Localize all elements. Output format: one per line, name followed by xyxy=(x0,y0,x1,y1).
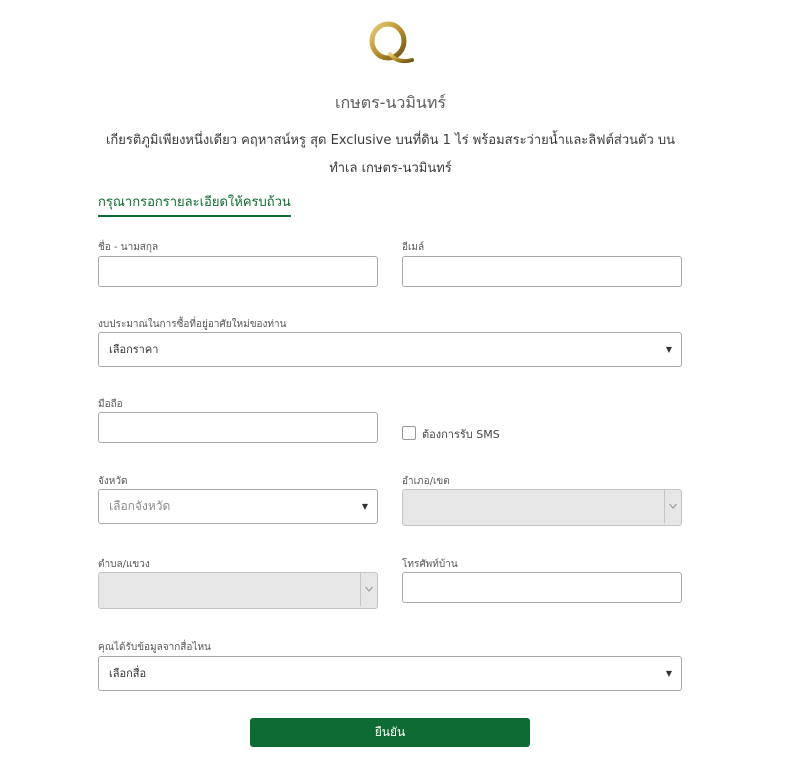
home-phone-input[interactable] xyxy=(402,572,682,603)
submit-button[interactable]: ยืนยัน xyxy=(250,718,530,747)
email-label: อีเมล์ xyxy=(402,242,425,253)
chevron-down-icon xyxy=(365,586,373,592)
brand-logo xyxy=(369,21,414,64)
mobile-label: มือถือ xyxy=(98,399,123,410)
mobile-input[interactable] xyxy=(98,412,378,443)
chevron-down-icon xyxy=(669,503,677,509)
name-label: ชื่อ - นามสกุล xyxy=(98,242,159,253)
budget-select[interactable]: เลือกราคา ▼ xyxy=(98,332,682,367)
form-instruction: กรุณากรอกรายละเอียดให้ครบถ้วน xyxy=(98,191,291,217)
subdistrict-dropdown-button xyxy=(360,573,377,606)
subdistrict-select xyxy=(98,572,378,609)
name-input[interactable] xyxy=(98,256,378,287)
budget-label: งบประมาณในการซื้อที่อยู่อาศัยใหม่ของท่าน xyxy=(98,319,287,330)
caret-down-icon: ▼ xyxy=(361,502,368,511)
sms-checkbox[interactable] xyxy=(402,426,416,440)
province-select-value: เลือกจังหวัด xyxy=(109,499,171,513)
source-label: คุณได้รับข้อมูลจากสื่อไหน xyxy=(98,642,211,653)
source-select[interactable]: เลือกสื่อ ▼ xyxy=(98,656,682,691)
province-select[interactable]: เลือกจังหวัด ▼ xyxy=(98,489,378,524)
source-select-value: เลือกสื่อ xyxy=(109,667,147,680)
caret-down-icon: ▼ xyxy=(665,669,672,678)
district-label: อำเภอ/เขต xyxy=(402,476,450,487)
email-input[interactable] xyxy=(402,256,682,287)
subdistrict-label: ตำบล/แขวง xyxy=(98,559,150,570)
budget-select-value: เลือกราคา xyxy=(109,343,159,356)
project-tagline: เกียรติภูมิเพียงหนึ่งเดียว คฤหาสน์หรู สุ… xyxy=(105,133,676,176)
caret-down-icon: ▼ xyxy=(665,345,672,354)
district-select xyxy=(402,489,682,526)
province-label: จังหวัด xyxy=(98,476,128,487)
home-phone-label: โทรศัพท์บ้าน xyxy=(402,559,458,570)
sms-checkbox-label[interactable]: ต้องการรับ SMS xyxy=(422,425,500,443)
district-dropdown-button xyxy=(664,490,681,523)
project-title: เกษตร-นวมินทร์ xyxy=(334,93,446,112)
